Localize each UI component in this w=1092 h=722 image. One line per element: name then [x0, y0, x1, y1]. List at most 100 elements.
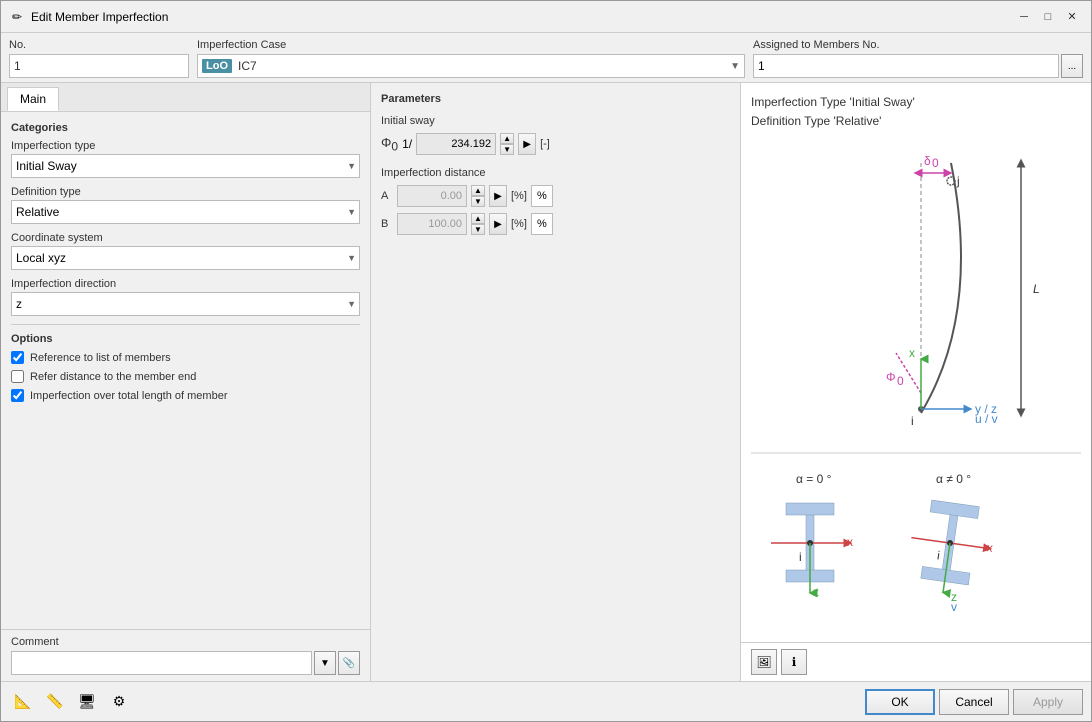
dist-b-spin-up[interactable]: ▲: [471, 213, 485, 224]
dist-a-label: A: [381, 190, 393, 202]
bottom-icons: 📐 📏 🖥 ⚙: [9, 688, 133, 716]
svg-text:i: i: [911, 414, 914, 428]
dist-b-label: B: [381, 218, 393, 230]
assigned-pick-button[interactable]: ...: [1061, 54, 1083, 78]
def-type-select-wrapper: Relative: [11, 200, 360, 224]
dist-b-spin-down[interactable]: ▼: [471, 224, 485, 235]
main-window: ✏ Edit Member Imperfection ─ □ ✕ No. 1 I…: [0, 0, 1092, 722]
dist-b-unit: [%]: [511, 218, 527, 230]
no-input: 1: [9, 54, 189, 78]
dir-select-wrapper: z: [11, 292, 360, 316]
bracket-label: [-]: [540, 138, 550, 150]
comment-input-row: ▼ 📎: [11, 651, 360, 675]
assigned-field: Assigned to Members No. ...: [753, 39, 1083, 78]
main-content: Main Categories Imperfection type Initia…: [1, 83, 1091, 681]
svg-text:α ≠ 0 °: α ≠ 0 °: [936, 472, 971, 486]
coord-group: Coordinate system Local xyz: [11, 232, 360, 270]
svg-text:0: 0: [897, 374, 904, 388]
middle-panel: Parameters Initial sway Φ0 1/ ▲ ▼ ▶ [-] …: [371, 83, 741, 681]
coord-label: Coordinate system: [11, 232, 360, 244]
phi-row: Φ0 1/ ▲ ▼ ▶ [-]: [381, 133, 730, 155]
cb3-checkbox[interactable]: [11, 389, 24, 402]
svg-text:x: x: [986, 540, 994, 555]
close-button[interactable]: ✕: [1061, 6, 1083, 28]
imp-case-arrow-icon: ▼: [730, 61, 740, 72]
dist-a-percent-button[interactable]: %: [531, 185, 553, 207]
diagram-export-button[interactable]: 🖼: [751, 649, 777, 675]
display-icon-button[interactable]: 🖥: [73, 688, 101, 716]
assigned-input-row: ...: [753, 54, 1083, 78]
cb2-label: Refer distance to the member end: [30, 371, 196, 383]
phi-spin-up[interactable]: ▲: [500, 133, 514, 144]
left-panel: Main Categories Imperfection type Initia…: [1, 83, 371, 681]
svg-text:v: v: [951, 600, 957, 614]
cb1-label: Reference to list of members: [30, 352, 171, 364]
no-label: No.: [9, 39, 189, 51]
title-bar: ✏ Edit Member Imperfection ─ □ ✕: [1, 1, 1091, 33]
cb3-label: Imperfection over total length of member: [30, 390, 227, 402]
settings-icon-button[interactable]: ⚙: [105, 688, 133, 716]
dist-a-spin-buttons: ▲ ▼: [471, 185, 485, 207]
dist-a-spin-up[interactable]: ▲: [471, 185, 485, 196]
dir-select[interactable]: z: [11, 292, 360, 316]
cb3-row: Imperfection over total length of member: [11, 389, 360, 402]
phi-value-input[interactable]: [416, 133, 496, 155]
no-field: No. 1: [9, 39, 189, 78]
cb1-row: Reference to list of members: [11, 351, 360, 364]
def-type-select[interactable]: Relative: [11, 200, 360, 224]
maximize-button[interactable]: □: [1037, 6, 1059, 28]
categories-title: Categories: [11, 122, 360, 134]
tab-bar: Main: [1, 83, 370, 112]
imp-type-label: Imperfection type: [11, 140, 360, 152]
assigned-label: Assigned to Members No.: [753, 39, 1083, 51]
params-content: Parameters Initial sway Φ0 1/ ▲ ▼ ▶ [-] …: [371, 83, 740, 681]
comment-input[interactable]: [11, 651, 312, 675]
svg-text:α = 0 °: α = 0 °: [796, 472, 832, 486]
svg-text:i: i: [799, 550, 802, 564]
phi-spin-down[interactable]: ▼: [500, 144, 514, 155]
cb2-checkbox[interactable]: [11, 370, 24, 383]
ok-button[interactable]: OK: [865, 689, 935, 715]
dist-a-input[interactable]: [397, 185, 467, 207]
minimize-button[interactable]: ─: [1013, 6, 1035, 28]
dist-b-spin-buttons: ▲ ▼: [471, 213, 485, 235]
imp-type-select-wrapper: Initial Sway: [11, 154, 360, 178]
phi-arrow-button[interactable]: ▶: [518, 133, 536, 155]
svg-text:i: i: [936, 548, 941, 562]
diagram-info-button[interactable]: ℹ: [781, 649, 807, 675]
dist-a-unit: [%]: [511, 190, 527, 202]
initial-sway-label: Initial sway: [381, 115, 730, 127]
comment-attach-button[interactable]: 📎: [338, 651, 360, 675]
dist-b-input[interactable]: [397, 213, 467, 235]
comment-dropdown-button[interactable]: ▼: [314, 651, 336, 675]
cb1-checkbox[interactable]: [11, 351, 24, 364]
imp-case-value: IC7: [238, 59, 257, 73]
imp-case-label: Imperfection Case: [197, 39, 745, 51]
svg-text:z: z: [813, 585, 819, 599]
cb2-row: Refer distance to the member end: [11, 370, 360, 383]
svg-text:L: L: [1033, 282, 1040, 296]
ruler-icon-button[interactable]: 📐: [9, 688, 37, 716]
bottom-bar: 📐 📏 🖥 ⚙ OK Cancel Apply: [1, 681, 1091, 721]
window-icon: ✏: [9, 9, 25, 25]
imp-distance-label: Imperfection distance: [381, 167, 730, 179]
dir-label: Imperfection direction: [11, 278, 360, 290]
dist-a-arrow-button[interactable]: ▶: [489, 185, 507, 207]
imperfection-case-field: Imperfection Case LoO IC7 ▼: [197, 39, 745, 78]
tab-main[interactable]: Main: [7, 87, 59, 111]
dist-b-arrow-button[interactable]: ▶: [489, 213, 507, 235]
dist-a-spin-down[interactable]: ▼: [471, 196, 485, 207]
assigned-input[interactable]: [753, 54, 1059, 78]
left-content: Categories Imperfection type Initial Swa…: [1, 112, 370, 629]
imp-type-select[interactable]: Initial Sway: [11, 154, 360, 178]
dist-a-row: A ▲ ▼ ▶ [%] %: [381, 185, 730, 207]
svg-text:j: j: [956, 174, 960, 188]
imp-case-dropdown[interactable]: LoO IC7 ▼: [197, 54, 745, 78]
diagram-bottom: 🖼 ℹ: [741, 642, 1091, 681]
cancel-button[interactable]: Cancel: [939, 689, 1009, 715]
dist-b-percent-button[interactable]: %: [531, 213, 553, 235]
comment-section: Comment ▼ 📎: [1, 629, 370, 681]
measure-icon-button[interactable]: 📏: [41, 688, 69, 716]
coord-select[interactable]: Local xyz: [11, 246, 360, 270]
window-title: Edit Member Imperfection: [31, 10, 1013, 24]
